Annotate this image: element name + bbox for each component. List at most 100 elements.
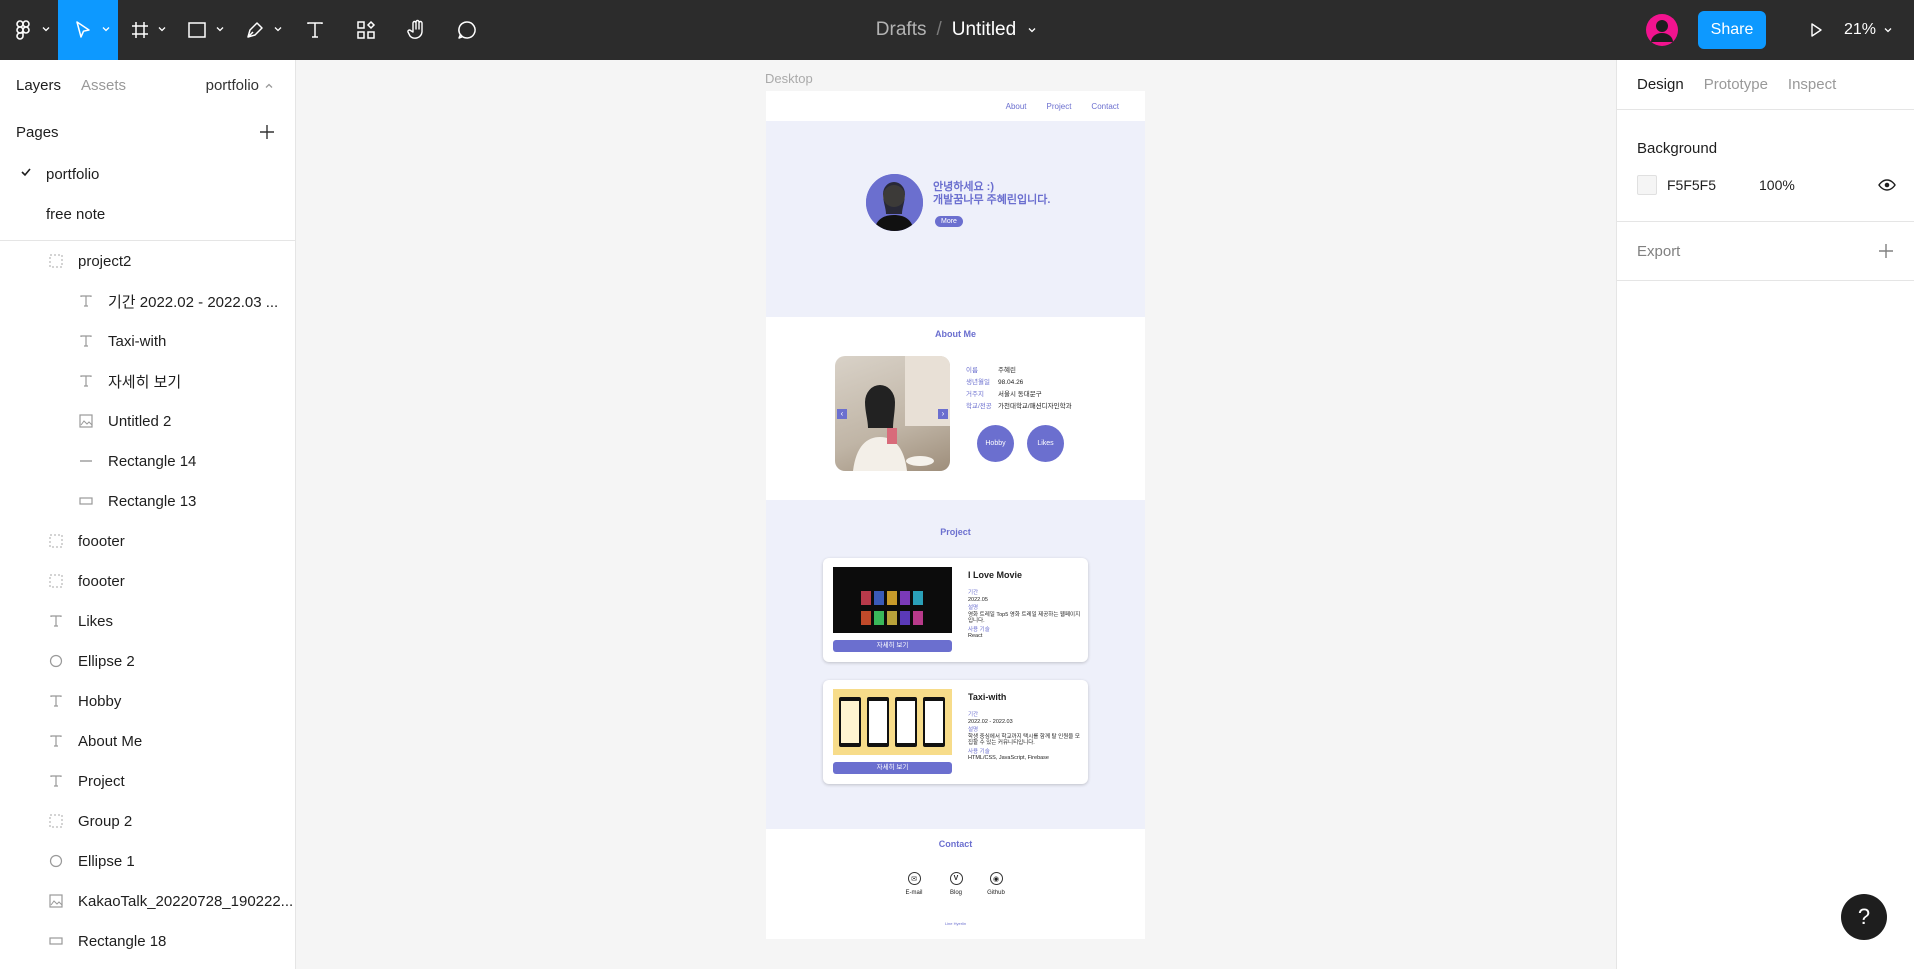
shape-tool[interactable] <box>174 0 232 60</box>
resources-tool[interactable] <box>340 0 392 60</box>
layer-row[interactable]: project2 <box>0 241 295 281</box>
layer-row[interactable]: Rectangle 13 <box>0 481 295 521</box>
layer-row[interactable]: foooter <box>0 561 295 601</box>
layer-row[interactable]: Project <box>0 761 295 801</box>
contact-label: Github <box>987 890 1005 896</box>
page-label: free note <box>46 205 106 223</box>
frame-tool[interactable] <box>118 0 174 60</box>
chevron-down-icon[interactable] <box>1026 24 1038 36</box>
chevron-down-icon <box>1884 28 1892 33</box>
resources-icon <box>357 20 376 39</box>
layer-row[interactable]: Group 2 <box>0 801 295 841</box>
layer-label: Rectangle 13 <box>108 492 197 510</box>
tab-design[interactable]: Design <box>1637 76 1684 93</box>
hero-section: 안녕하세요 :) 개발꿈나무 주혜린입니다. More <box>766 121 1145 317</box>
layer-row[interactable]: Untitled 2 <box>0 401 295 441</box>
main-menu-button[interactable] <box>0 0 58 60</box>
period-value: 2022.02 - 2022.03 <box>968 718 1013 725</box>
pen-tool[interactable] <box>232 0 290 60</box>
frame-icon <box>48 813 64 829</box>
page-item-portfolio[interactable]: portfolio <box>0 154 295 194</box>
layer-row[interactable]: KakaoTalk_20220728_190222... <box>0 881 295 921</box>
hero-line-1: 안녕하세요 :) <box>933 181 994 193</box>
page-item-free-note[interactable]: free note <box>0 194 295 234</box>
layer-row[interactable]: Ellipse 2 <box>0 641 295 681</box>
page-selector[interactable]: portfolio <box>206 77 275 94</box>
info-row: 거주지 서울시 동대문구 <box>966 389 1072 401</box>
text-icon <box>48 613 64 629</box>
layer-row[interactable]: Likes <box>0 601 295 641</box>
user-avatar[interactable] <box>1646 14 1678 46</box>
about-section: About Me ‹ › 이름 주혜린 생년월일 98.04.26 거주지 서울시 동… <box>766 317 1145 500</box>
text-icon <box>48 773 64 789</box>
present-button[interactable] <box>1794 22 1838 38</box>
contact-label: E-mail <box>905 890 923 896</box>
breadcrumb-drafts[interactable]: Drafts <box>876 19 927 41</box>
add-page-icon[interactable] <box>259 124 275 140</box>
nav-contact: Contact <box>1091 101 1119 111</box>
layer-row[interactable]: Hobby <box>0 681 295 721</box>
tech-value: HTML/CSS, JavaScript, Firebase <box>968 755 1049 761</box>
ellipse-icon <box>48 653 64 669</box>
layers-list: project2 기간 2022.02 - 2022.03 ... Taxi-wit… <box>0 241 295 961</box>
chevron-down-icon <box>42 27 50 32</box>
rectangle-icon <box>48 933 64 949</box>
frame-icon <box>48 253 64 269</box>
info-row: 이름 주혜린 <box>966 365 1072 377</box>
layer-row[interactable]: 자세히 보기 <box>0 361 295 401</box>
github-icon: ◉ <box>989 872 1003 885</box>
comment-tool[interactable] <box>442 0 492 60</box>
tab-assets[interactable]: Assets <box>81 77 126 94</box>
help-button[interactable]: ? <box>1841 894 1887 940</box>
layer-row[interactable]: Ellipse 1 <box>0 841 295 881</box>
hand-icon <box>407 19 423 39</box>
project-title: Project <box>940 527 971 537</box>
right-panel-tabs: Design Prototype Inspect <box>1617 60 1914 110</box>
hand-tool[interactable] <box>392 0 442 60</box>
move-tool[interactable] <box>58 0 118 60</box>
project-info: I Love Movie 기간 2022.05 설명 영화 트레일 Top5 영… <box>968 570 1083 642</box>
blog-contact: V Blog <box>941 872 971 896</box>
background-opacity[interactable]: 100% <box>1759 177 1795 193</box>
blog-icon: V <box>949 872 963 885</box>
layer-row[interactable]: Rectangle 14 <box>0 441 295 481</box>
info-row: 학교/전공 가천대학교/패션디자인학과 <box>966 401 1072 413</box>
tab-layers[interactable]: Layers <box>16 77 61 94</box>
text-tool[interactable] <box>290 0 340 60</box>
chevron-down-icon <box>274 27 282 32</box>
background-swatch[interactable] <box>1637 175 1657 195</box>
project-info: Taxi-with 기간 2022.02 - 2022.03 설명 학생 중심에… <box>968 692 1083 764</box>
chevron-down-icon <box>216 27 224 32</box>
export-title: Export <box>1637 242 1681 260</box>
share-button[interactable]: Share <box>1698 11 1766 49</box>
layer-row[interactable]: About Me <box>0 721 295 761</box>
file-name[interactable]: Untitled <box>952 19 1016 41</box>
background-hex[interactable]: F5F5F5 <box>1667 177 1759 193</box>
project-card: 자세히 보기 Taxi-with 기간 2022.02 - 2022.03 설명… <box>823 680 1088 784</box>
frame-label[interactable]: Desktop <box>765 71 813 86</box>
layer-label: Hobby <box>78 692 122 710</box>
layer-row[interactable]: Taxi-with <box>0 321 295 361</box>
contact-section: Contact ✉ E-mail V Blog ◉ Github Line Hy… <box>766 829 1145 939</box>
image-icon <box>48 893 64 909</box>
info-value: 98.04.26 <box>998 379 1024 386</box>
canvas[interactable]: Desktop About Project Contact 안녕하세요 :) 개… <box>296 60 1616 969</box>
add-export-icon[interactable] <box>1878 243 1894 259</box>
eye-icon[interactable] <box>1878 176 1896 194</box>
hobby-circle: Hobby <box>977 425 1014 462</box>
project-name: Taxi-with <box>968 692 1007 702</box>
layer-row[interactable]: foooter <box>0 521 295 561</box>
tab-inspect[interactable]: Inspect <box>1788 76 1836 93</box>
zoom-dropdown[interactable]: 21% <box>1844 21 1914 39</box>
toolbar-right: Share 21% <box>1646 0 1914 60</box>
desktop-frame[interactable]: About Project Contact 안녕하세요 :) 개발꿈나무 주혜린… <box>766 91 1145 939</box>
layer-row[interactable]: 기간 2022.02 - 2022.03 ... <box>0 281 295 321</box>
carousel-next-icon: › <box>938 409 948 419</box>
layer-row[interactable]: Rectangle 18 <box>0 921 295 961</box>
info-value: 가천대학교/패션디자인학과 <box>998 403 1072 410</box>
comment-icon <box>458 21 476 39</box>
layer-label: Group 2 <box>78 812 133 830</box>
layer-label: foooter <box>78 532 125 550</box>
frame-icon <box>48 533 64 549</box>
tab-prototype[interactable]: Prototype <box>1704 76 1768 93</box>
